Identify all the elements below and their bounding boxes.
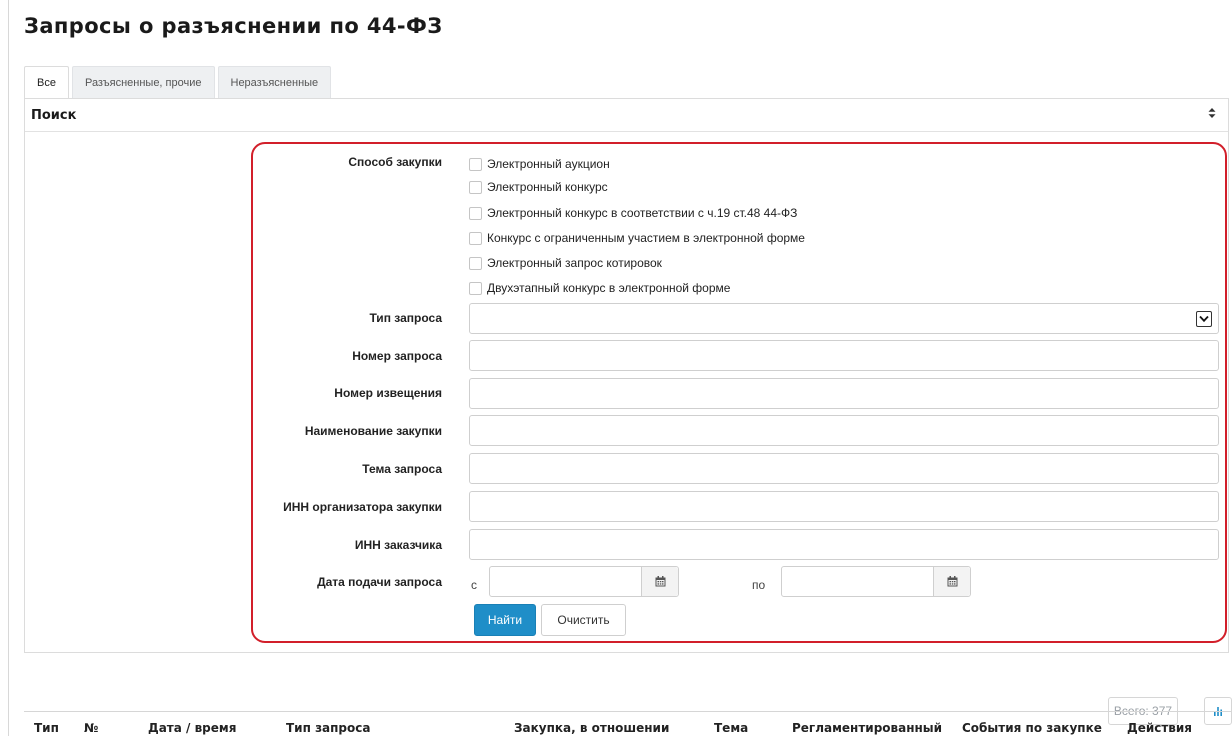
request-type-select[interactable] — [469, 303, 1219, 334]
column-header[interactable]: Дата / время — [148, 721, 236, 735]
checkbox-label: Электронный запрос котировок — [487, 256, 662, 270]
method-option[interactable]: Электронный конкурс — [469, 179, 608, 195]
request-number-input[interactable] — [469, 340, 1219, 371]
checkbox[interactable] — [469, 157, 482, 171]
notice-number-label: Номер извещения — [334, 386, 442, 400]
checkbox[interactable] — [469, 256, 482, 270]
method-option[interactable]: Двухэтапный конкурс в электронной форме — [469, 280, 730, 296]
column-header[interactable]: Тип запроса — [286, 721, 370, 735]
page-title: Запросы о разъяснении по 44-ФЗ — [24, 14, 443, 38]
column-header[interactable]: Действия — [1127, 721, 1192, 735]
date-label: Дата подачи запроса — [317, 575, 442, 589]
method-option[interactable]: Конкурс с ограниченным участием в электр… — [469, 230, 805, 246]
organizer-inn-label: ИНН организатора закупки — [283, 500, 442, 514]
results-table-header: Тип № Дата / время Тип запроса Закупка, … — [24, 711, 1232, 736]
purchase-name-label: Наименование закупки — [304, 424, 442, 438]
checkbox[interactable] — [469, 180, 482, 194]
purchase-name-input[interactable] — [469, 415, 1219, 446]
method-option[interactable]: Электронный аукцион — [469, 156, 610, 172]
date-to-input[interactable] — [781, 566, 971, 597]
checkbox[interactable] — [469, 231, 482, 245]
customer-inn-input[interactable] — [469, 529, 1219, 560]
column-header[interactable]: Регламентированный — [792, 721, 942, 735]
tab-all[interactable]: Все — [24, 66, 69, 98]
column-header[interactable]: Тема — [714, 721, 748, 735]
checkbox-label: Конкурс с ограниченным участием в электр… — [487, 231, 805, 245]
request-type-label: Тип запроса — [369, 311, 442, 325]
date-from-prefix: с — [471, 578, 477, 592]
customer-inn-label: ИНН заказчика — [354, 538, 442, 552]
checkbox-label: Электронный аукцион — [487, 157, 610, 171]
request-number-label: Номер запроса — [352, 349, 442, 363]
subject-label: Тема запроса — [362, 462, 442, 476]
checkbox[interactable] — [469, 206, 482, 220]
column-header[interactable]: № — [84, 721, 98, 735]
calendar-icon[interactable] — [641, 567, 678, 596]
sort-toggle-icon[interactable] — [1208, 107, 1216, 121]
method-label: Способ закупки — [348, 155, 442, 169]
checkbox-label: Электронный конкурс — [487, 180, 608, 194]
date-to-prefix: по — [752, 578, 766, 592]
date-from-input[interactable] — [489, 566, 679, 597]
column-header[interactable]: Тип — [34, 721, 59, 735]
tab-answered[interactable]: Разъясненные, прочие — [71, 66, 215, 98]
tabs: Все Разъясненные, прочие Неразъясненные — [24, 66, 334, 98]
checkbox-label: Двухэтапный конкурс в электронной форме — [487, 281, 731, 295]
notice-number-input[interactable] — [469, 378, 1219, 409]
column-header[interactable]: События по закупке — [962, 721, 1102, 735]
method-option[interactable]: Электронный запрос котировок — [469, 255, 662, 271]
checkbox-label: Электронный конкурс в соответствии с ч.1… — [487, 206, 798, 220]
find-button[interactable]: Найти — [474, 604, 536, 636]
tab-unanswered[interactable]: Неразъясненные — [217, 66, 332, 98]
search-panel-title: Поиск — [31, 108, 77, 123]
subject-input[interactable] — [469, 453, 1219, 484]
calendar-icon[interactable] — [933, 567, 970, 596]
search-panel-header[interactable]: Поиск — [25, 99, 1228, 132]
column-header[interactable]: Закупка, в отношении — [514, 721, 669, 735]
organizer-inn-input[interactable] — [469, 491, 1219, 522]
clear-button[interactable]: Очистить — [541, 604, 626, 636]
checkbox[interactable] — [469, 281, 482, 295]
method-option[interactable]: Электронный конкурс в соответствии с ч.1… — [469, 205, 797, 221]
chevron-down-icon[interactable] — [1196, 311, 1212, 327]
